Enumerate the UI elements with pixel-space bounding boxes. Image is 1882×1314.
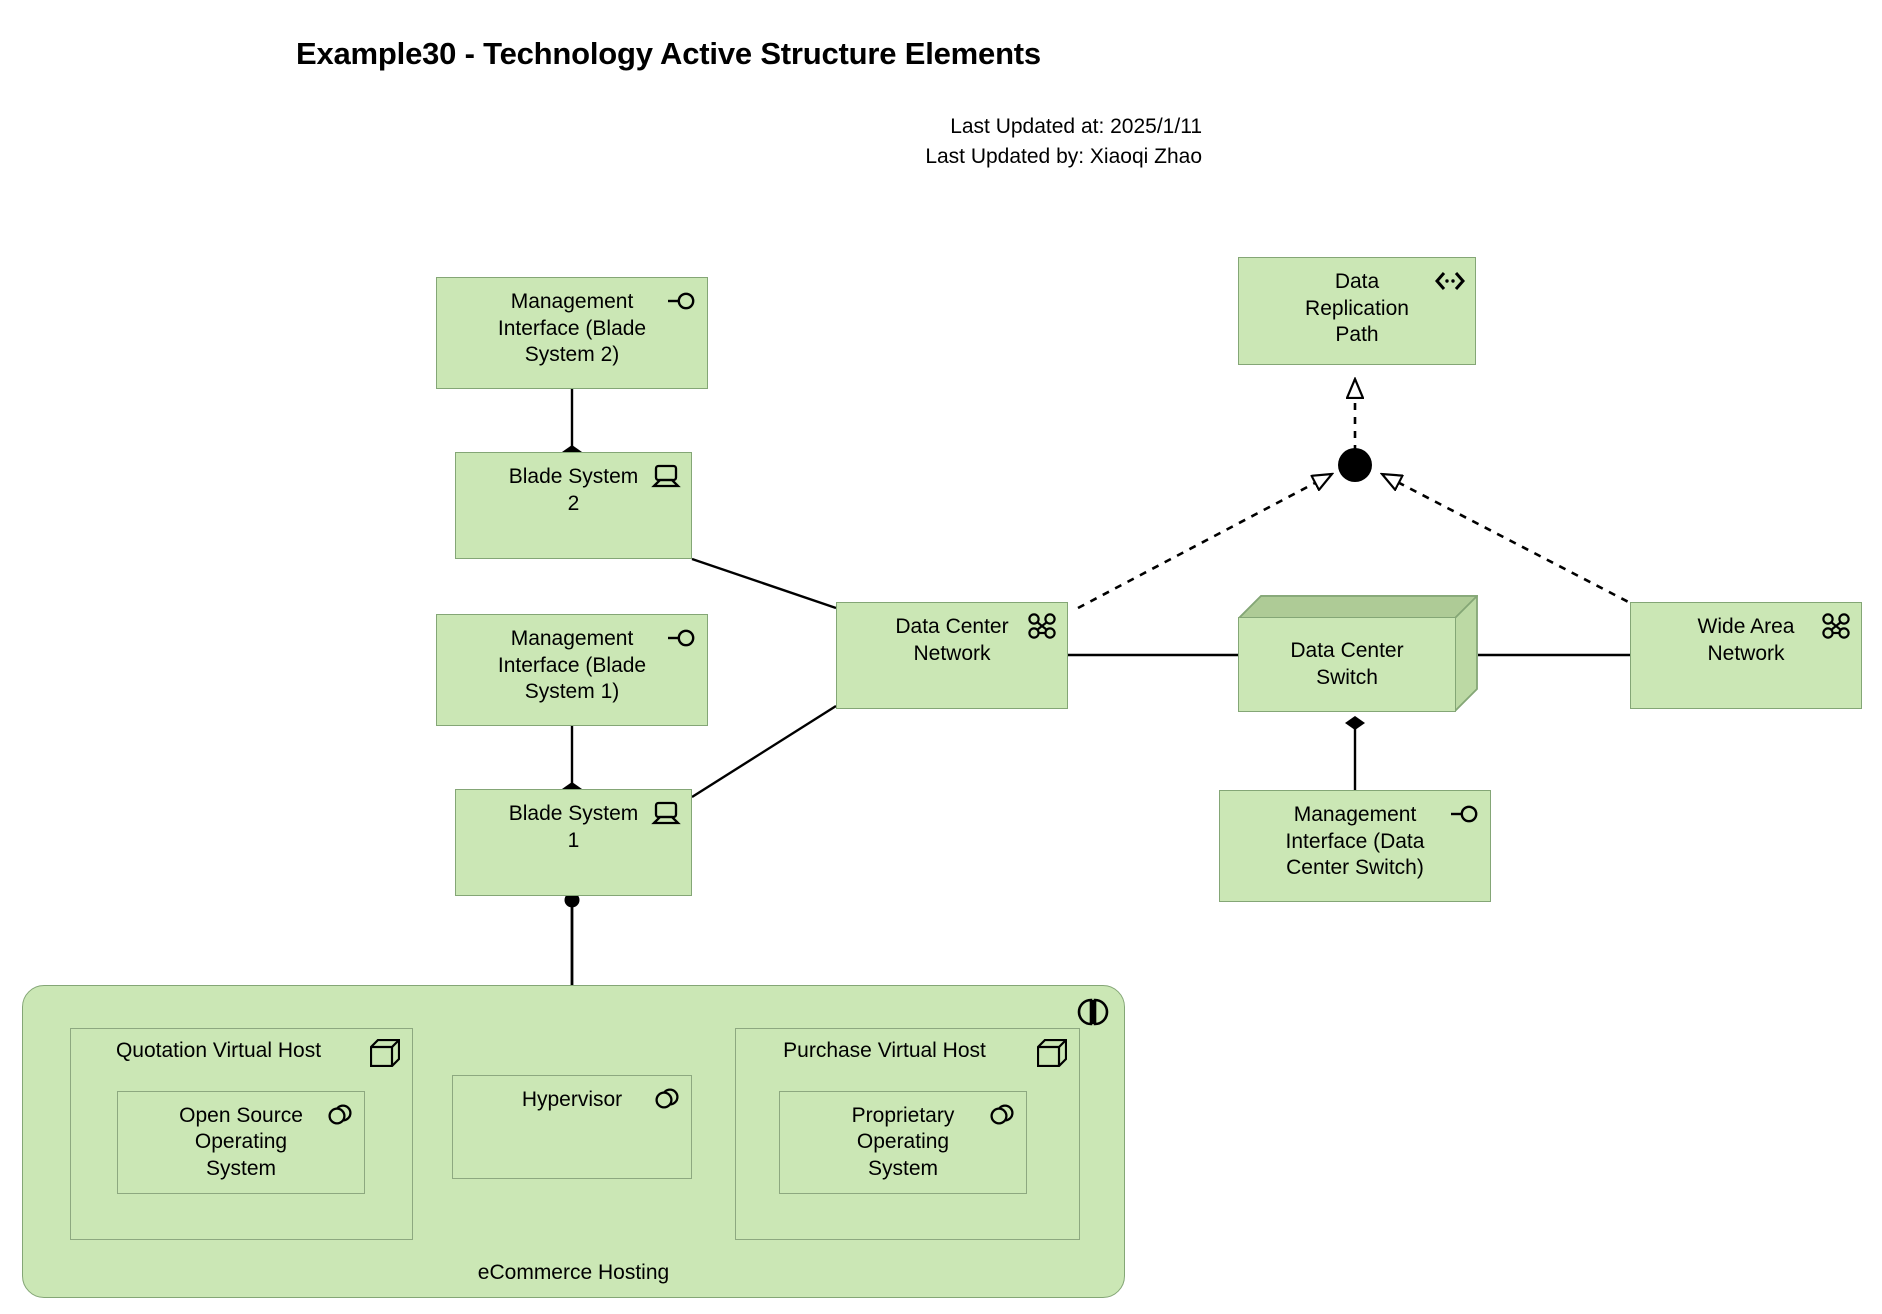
element-wide-area-network[interactable]: Wide Area Network [1630, 602, 1862, 709]
interface-icon [668, 292, 695, 310]
element-hypervisor[interactable]: Hypervisor [452, 1075, 692, 1179]
element-management-interface-blade-system-2[interactable]: Management Interface (Blade System 2) [436, 277, 708, 389]
element-label: Data Center Network [895, 615, 1009, 665]
diagram-canvas: Example30 - Technology Active Structure … [0, 0, 1882, 1314]
grouping-label: eCommerce Hosting [477, 1261, 670, 1284]
relationship-association-blade2-dcn [691, 557, 837, 610]
element-label: Purchase Virtual Host [783, 1039, 986, 1062]
element-label: Management Interface (Data Center Switch… [1285, 803, 1425, 880]
element-data-replication-path[interactable]: Data Replication Path [1238, 257, 1476, 365]
element-label: Proprietary Operating System [851, 1103, 955, 1180]
element-blade-system-2[interactable]: Blade System 2 [455, 452, 692, 559]
element-label: Blade System 2 [508, 465, 639, 515]
metadata-block: Last Updated at: 2025/1/11 Last Updated … [925, 112, 1202, 173]
interface-icon [668, 629, 695, 647]
element-label: Data Replication Path [1305, 270, 1409, 347]
element-data-center-network[interactable]: Data Center Network [836, 602, 1068, 709]
relationship-realization-dcn-junction [1077, 474, 1332, 610]
junction-icon [1338, 448, 1372, 482]
element-label: Quotation Virtual Host [115, 1039, 322, 1062]
system-software-icon [990, 1104, 1014, 1125]
page-title: Example30 - Technology Active Structure … [296, 36, 1041, 71]
system-software-icon [328, 1104, 352, 1125]
communication-network-icon [1822, 613, 1850, 639]
node-icon [370, 1039, 400, 1067]
system-software-icon [655, 1088, 679, 1109]
element-management-interface-blade-system-1[interactable]: Management Interface (Blade System 1) [436, 614, 708, 726]
element-label: Data Center Switch [1238, 617, 1456, 712]
node-icon [1037, 1039, 1067, 1067]
relationship-realization-wan-junction [1382, 474, 1641, 610]
device-icon [651, 464, 681, 488]
device-icon [651, 801, 681, 825]
communication-network-icon [1028, 613, 1056, 639]
element-label: Open Source Operating System [179, 1103, 303, 1180]
interface-icon [1451, 805, 1478, 823]
element-data-center-switch[interactable]: Data Center Switch [1238, 595, 1478, 712]
element-blade-system-1[interactable]: Blade System 1 [455, 789, 692, 896]
last-updated-at: Last Updated at: 2025/1/11 [950, 115, 1202, 138]
element-open-source-operating-system[interactable]: Open Source Operating System [117, 1091, 365, 1194]
last-updated-by: Last Updated by: Xiaoqi Zhao [925, 145, 1202, 169]
element-label: Management Interface (Blade System 2) [497, 290, 647, 367]
path-icon [1435, 272, 1465, 290]
relationship-association-blade1-dcn [691, 704, 837, 799]
facility-icon [1077, 998, 1109, 1026]
element-management-interface-data-center-switch[interactable]: Management Interface (Data Center Switch… [1219, 790, 1491, 902]
element-label: Blade System 1 [508, 802, 639, 852]
element-label: Hypervisor [521, 1088, 623, 1111]
element-label: Management Interface (Blade System 1) [497, 627, 647, 704]
element-proprietary-operating-system[interactable]: Proprietary Operating System [779, 1091, 1027, 1194]
element-label: Wide Area Network [1697, 615, 1795, 665]
